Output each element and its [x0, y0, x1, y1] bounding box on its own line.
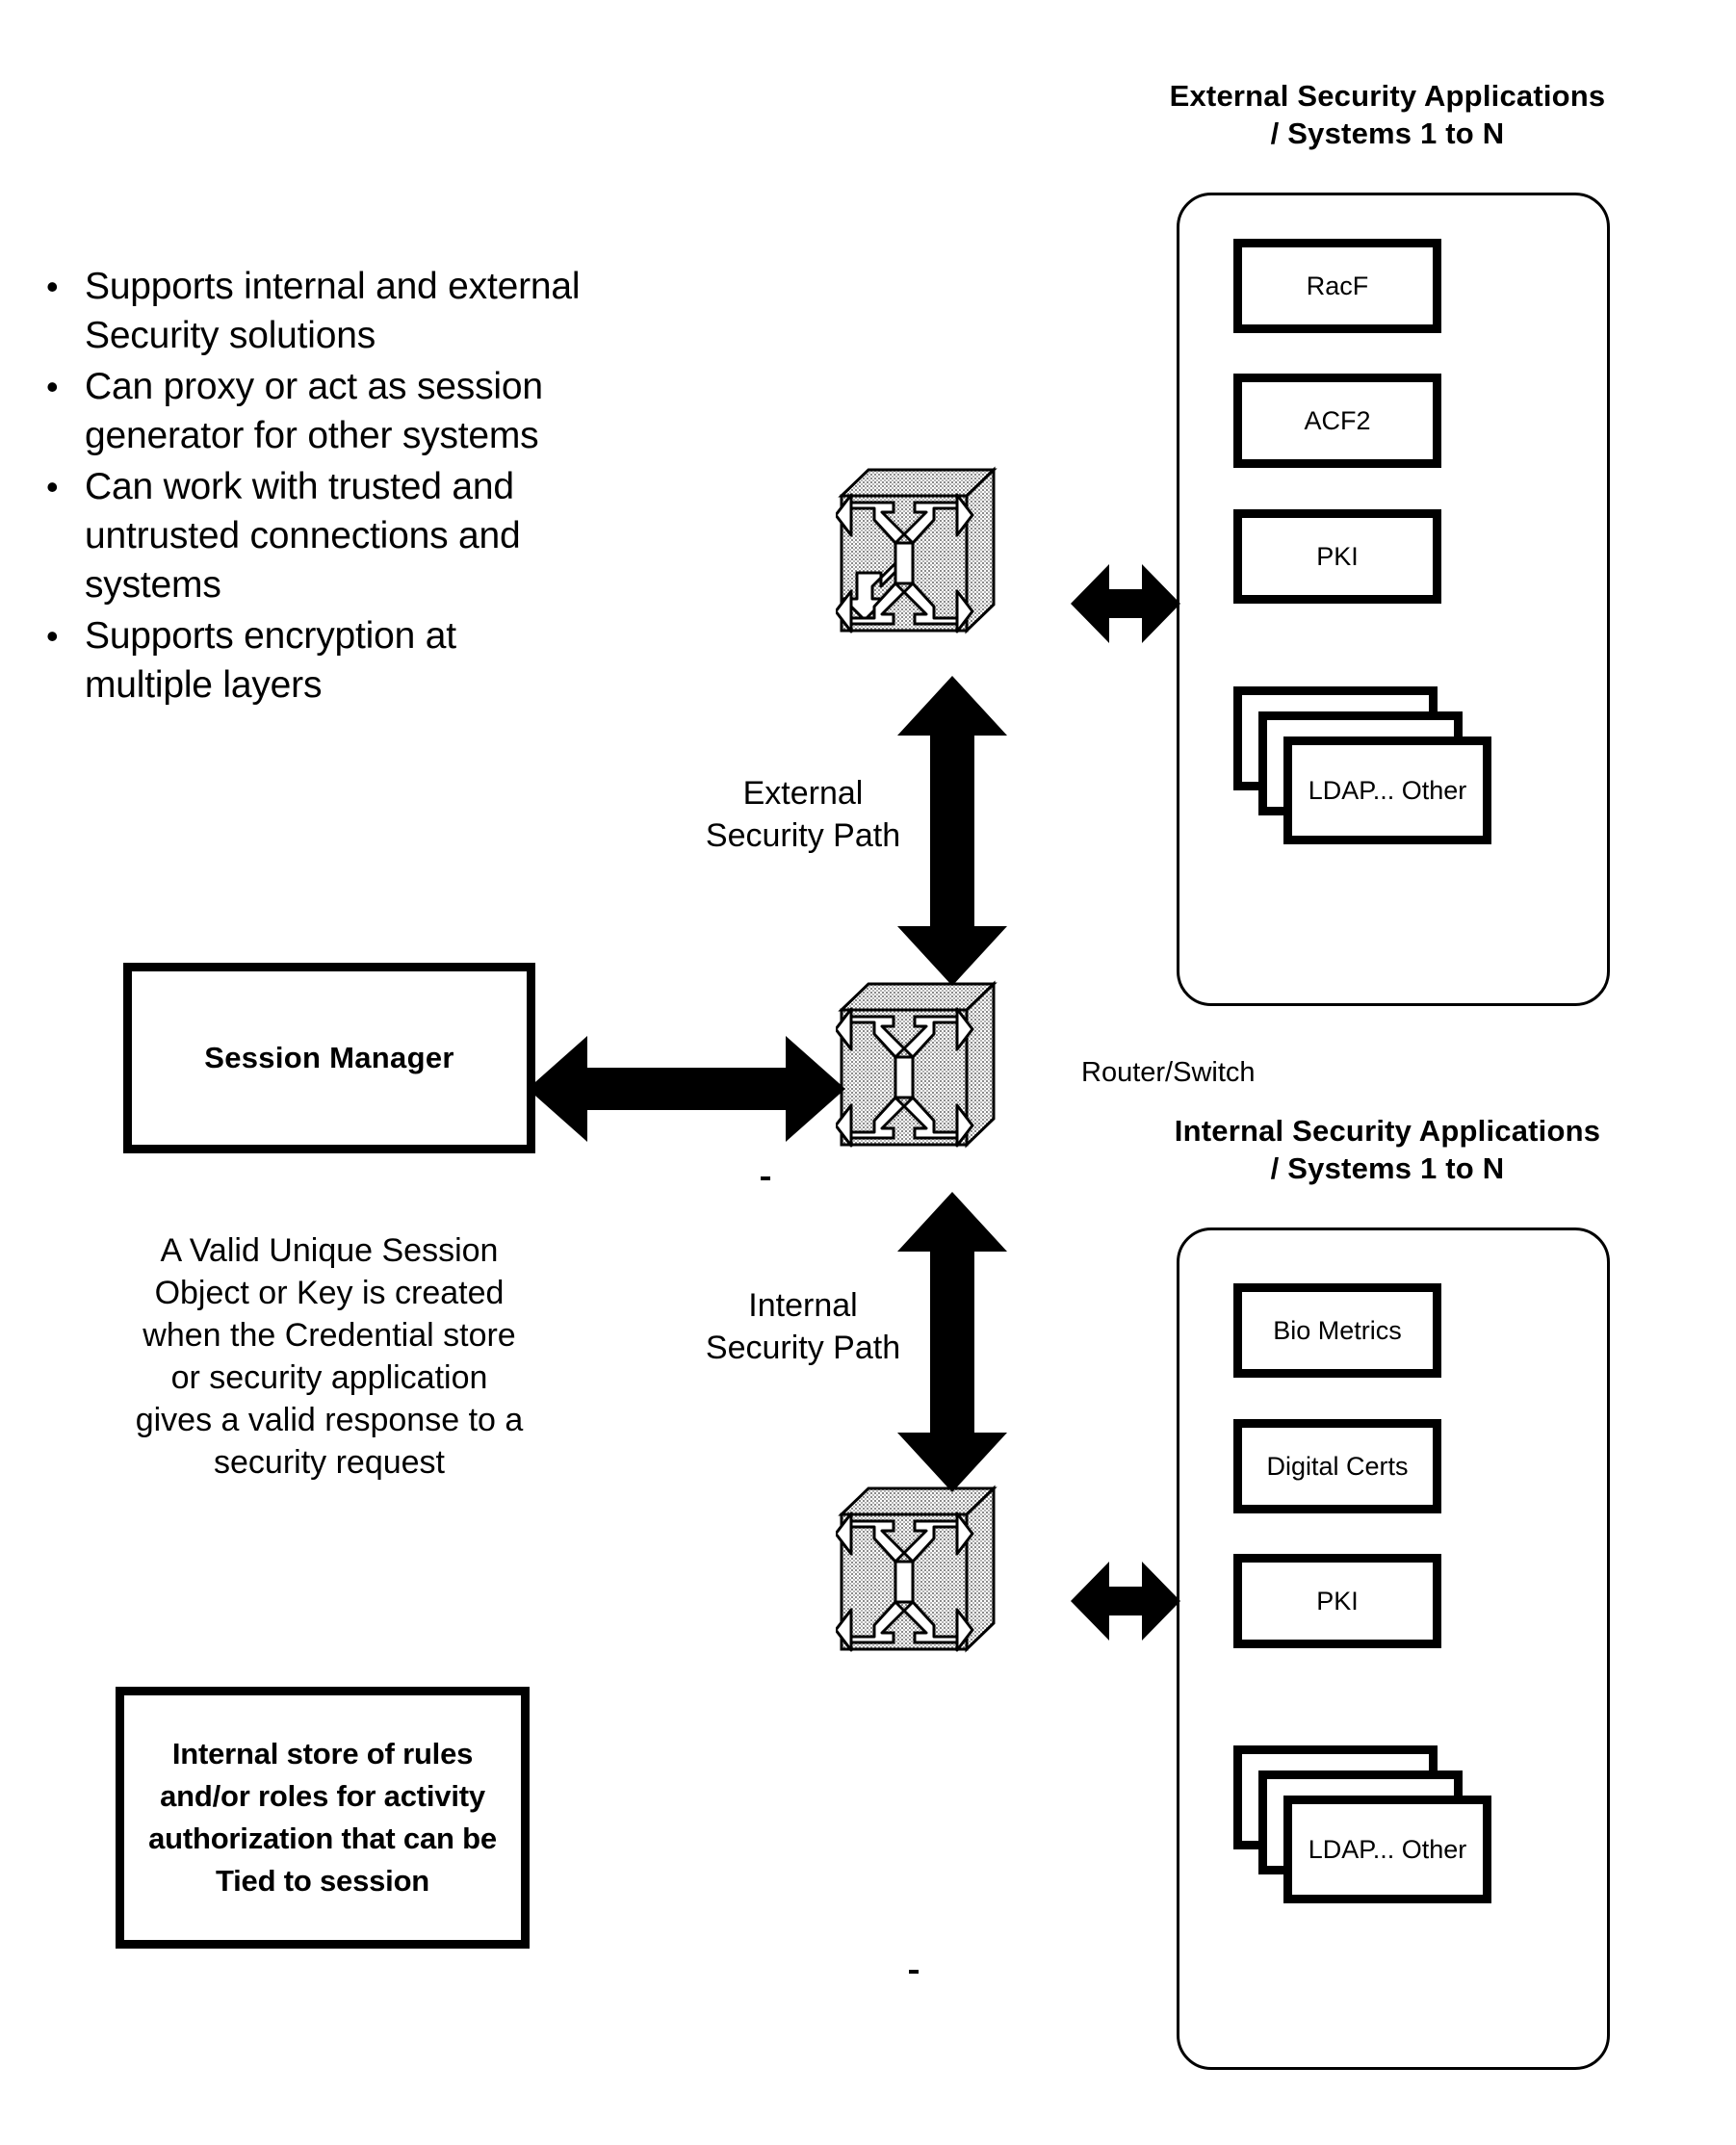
bullet-item: • Can proxy or act as session generator …	[42, 362, 582, 460]
internal-panel-heading: Internal Security Applications / Systems…	[1174, 1114, 1601, 1185]
diagram-canvas: • Supports internal and external Securit…	[0, 0, 1736, 2145]
bullet-item: • Supports encryption at multiple layers	[42, 611, 582, 710]
external-security-path-label: External Security Path	[705, 775, 901, 854]
feature-bullet-list: • Supports internal and external Securit…	[42, 262, 582, 711]
panel-item-label: Bio Metrics	[1273, 1316, 1402, 1345]
panel-item-pki: PKI	[1233, 1554, 1441, 1648]
session-manager-router-arrow	[528, 1036, 845, 1142]
session-object-note: A Valid Unique Session Object or Key is …	[135, 1232, 524, 1481]
panel-item-label: LDAP... Other	[1308, 1835, 1467, 1864]
panel-item-label: ACF2	[1304, 406, 1371, 435]
scan-speck	[761, 1176, 770, 1180]
panel-item-label: PKI	[1316, 542, 1359, 571]
session-manager-label: Session Manager	[204, 1041, 454, 1074]
router-switch-icon	[836, 466, 999, 634]
scan-speck	[909, 1970, 919, 1974]
bullet-item: • Supports internal and external Securit…	[42, 262, 582, 360]
external-security-panel: RacF ACF2 PKI LDAP... Other	[1177, 193, 1610, 1006]
router-switch-icon	[836, 980, 999, 1149]
bullet-text: Supports encryption at multiple layers	[85, 615, 456, 706]
bullet-marker-icon: •	[46, 616, 59, 656]
panel-item-pki: PKI	[1233, 509, 1441, 604]
bullet-item: • Can work with trusted and untrusted co…	[42, 462, 582, 609]
external-panel-link-arrow	[1071, 564, 1180, 643]
internal-security-path-label: Internal Security Path	[705, 1287, 901, 1366]
external-panel-heading: External Security Applications / Systems…	[1169, 79, 1606, 150]
panel-item-acf2: ACF2	[1233, 374, 1441, 468]
router-switch-icon	[836, 1485, 999, 1653]
panel-item-racf: RacF	[1233, 239, 1441, 333]
session-manager-box: Session Manager	[123, 963, 535, 1153]
panel-item-bio-metrics: Bio Metrics	[1233, 1283, 1441, 1378]
panel-item-label: PKI	[1316, 1587, 1359, 1615]
router-switch-label: Router/Switch	[1081, 1057, 1256, 1088]
panel-item-label: RacF	[1306, 271, 1369, 300]
bullet-marker-icon: •	[46, 467, 59, 506]
internal-panel-link-arrow	[1071, 1562, 1180, 1641]
bullet-marker-icon: •	[46, 267, 59, 306]
internal-security-panel: Bio Metrics Digital Certs PKI LDAP... Ot…	[1177, 1228, 1610, 2070]
bullet-text: Can work with trusted and untrusted conn…	[85, 466, 521, 606]
bullet-text: Can proxy or act as session generator fo…	[85, 366, 543, 456]
internal-rules-store-box: Internal store of rules and/or roles for…	[116, 1687, 530, 1949]
panel-item-label: LDAP... Other	[1308, 776, 1467, 805]
stack-card-front: LDAP... Other	[1283, 1796, 1491, 1903]
bullet-text: Supports internal and external Security …	[85, 266, 581, 356]
stack-card-front: LDAP... Other	[1283, 737, 1491, 844]
bullet-marker-icon: •	[46, 367, 59, 406]
internal-rules-store-label: Internal store of rules and/or roles for…	[148, 1737, 497, 1898]
panel-item-digital-certs: Digital Certs	[1233, 1419, 1441, 1513]
panel-item-label: Digital Certs	[1266, 1452, 1409, 1481]
